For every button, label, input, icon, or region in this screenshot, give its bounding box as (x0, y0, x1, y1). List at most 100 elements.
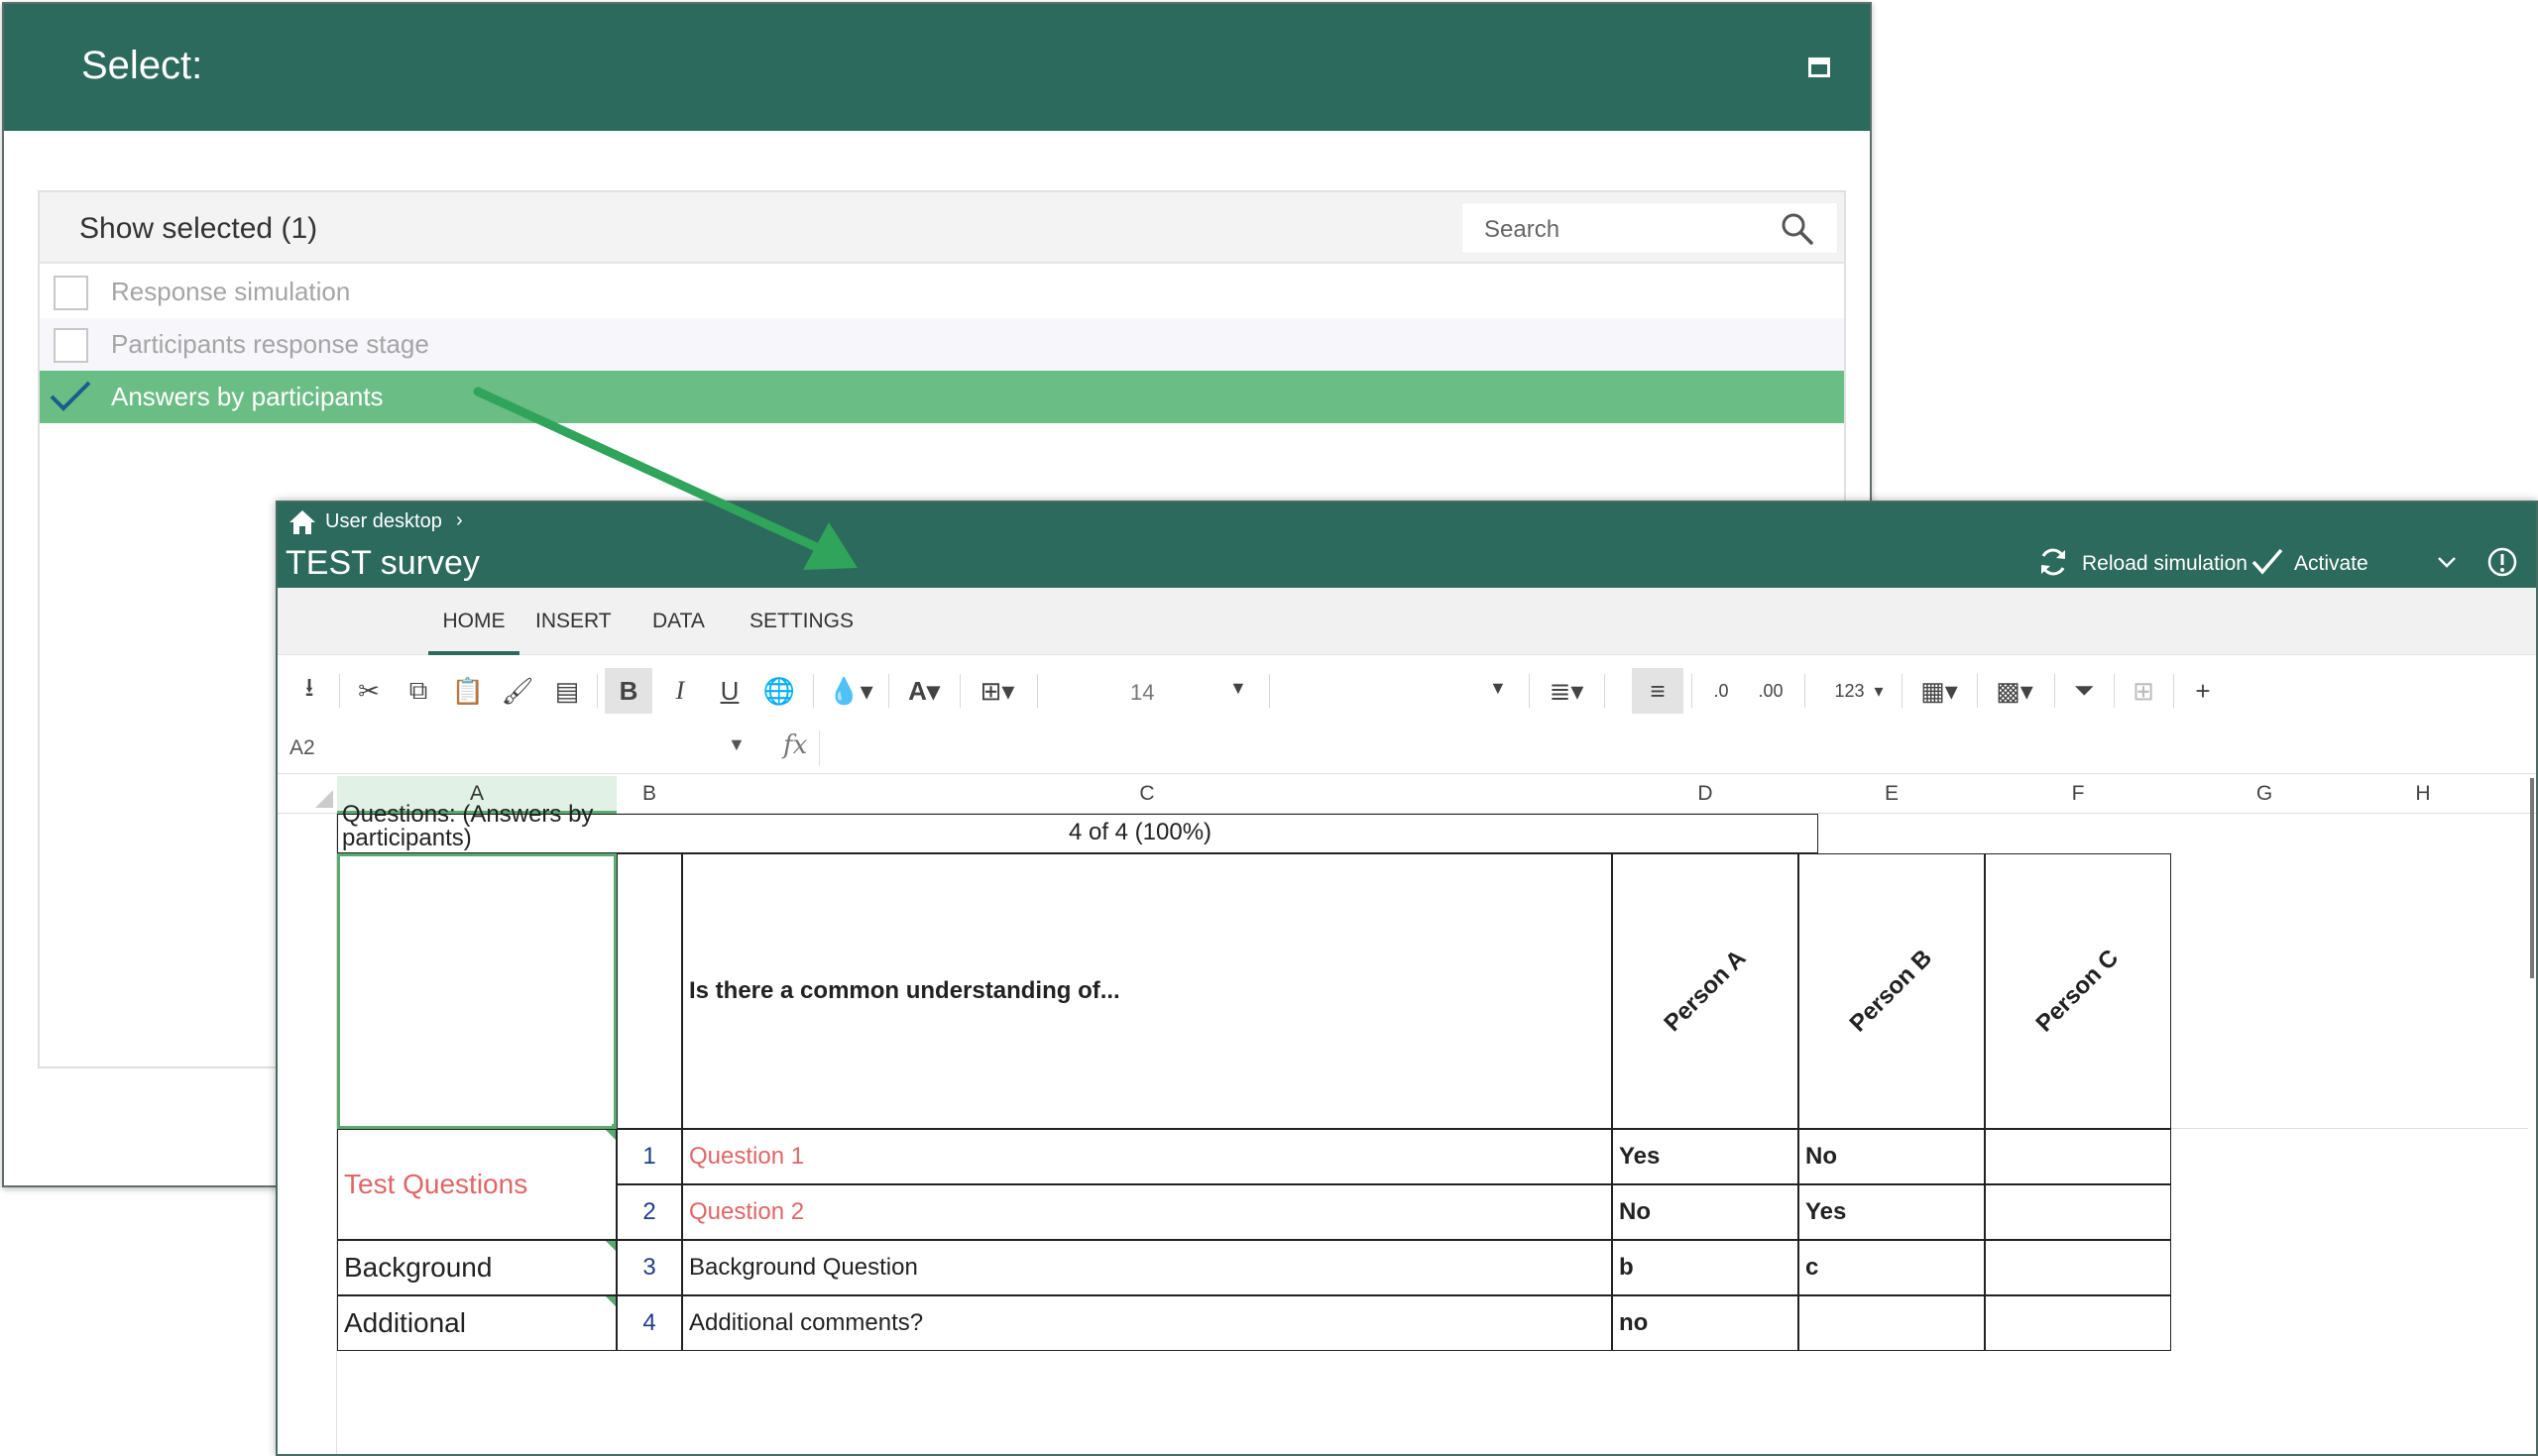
info-icon[interactable] (2486, 546, 2518, 578)
align-icon[interactable]: ≣▾ (1537, 668, 1596, 714)
row-headers (278, 814, 337, 1454)
separator (2114, 674, 2115, 708)
add-icon[interactable]: + (2181, 668, 2225, 714)
list-item-selected[interactable]: Answers by participants (40, 371, 1844, 423)
chevron-down-icon[interactable] (2435, 550, 2459, 574)
tab-home[interactable]: HOME (428, 588, 519, 655)
list-item[interactable]: Response simulation (40, 266, 1844, 318)
answer-cell[interactable]: No (1798, 1129, 1985, 1184)
select-all-corner[interactable] (311, 776, 337, 812)
paste-icon[interactable]: 📋 (446, 668, 490, 714)
italic-icon[interactable]: I (658, 668, 702, 714)
ribbon-tabs: HOME INSERT DATA SETTINGS (278, 588, 2536, 655)
column-header-f[interactable]: F (1985, 782, 2171, 806)
vertical-scrollbar[interactable] (2530, 778, 2534, 978)
answer-cell[interactable]: no (1612, 1295, 1798, 1351)
table-cell[interactable] (617, 853, 682, 1129)
paste-special-icon[interactable]: ▤ (545, 668, 589, 714)
decrease-decimal-icon[interactable]: .0 (1699, 668, 1743, 714)
filter-icon[interactable]: ⏷ (2062, 668, 2106, 714)
fx-icon: fx (783, 730, 808, 760)
tab-settings[interactable]: SETTINGS (750, 610, 854, 633)
tab-data[interactable]: DATA (652, 610, 705, 633)
progress-text: 4 of 4 (100%) (1068, 819, 1212, 845)
link-icon[interactable]: 🌐 (757, 668, 801, 714)
question-cell[interactable]: Question 2 (682, 1184, 1612, 1240)
cut-icon[interactable]: ✂ (347, 668, 391, 714)
activate-button[interactable]: Activate (2294, 552, 2368, 576)
breadcrumb[interactable]: User desktop (325, 510, 442, 533)
tab-insert[interactable]: INSERT (535, 610, 612, 633)
copy-icon[interactable]: ⧉ (397, 668, 440, 714)
search-icon[interactable] (1778, 209, 1817, 249)
list-item[interactable]: Participants response stage (40, 318, 1844, 371)
answer-cell[interactable] (1985, 1184, 2171, 1240)
cell-format-icon[interactable]: ▦▾ (1909, 668, 1969, 714)
answer-cell[interactable]: b (1612, 1240, 1798, 1295)
bold-icon[interactable]: B (605, 668, 652, 714)
question-cell[interactable]: Additional comments? (682, 1295, 1612, 1351)
question-cell[interactable]: Question 1 (682, 1129, 1612, 1184)
number-format-icon[interactable]: 123 ▾ (1824, 668, 1894, 714)
answer-cell[interactable] (1985, 1295, 2171, 1351)
person-header-cell[interactable]: Person A (1612, 853, 1798, 1129)
checkmark-icon[interactable] (48, 377, 93, 416)
list-item-label: Response simulation (111, 277, 351, 306)
download-icon[interactable]: ⭳ (288, 668, 331, 714)
separator (1269, 674, 1270, 708)
column-header-h[interactable]: H (2358, 782, 2488, 806)
comment-marker (606, 1241, 616, 1251)
answer-cell[interactable] (1798, 1295, 1985, 1351)
column-header-d[interactable]: D (1612, 782, 1798, 806)
increase-decimal-icon[interactable]: .00 (1749, 668, 1792, 714)
caret-down-icon[interactable]: ▼ (728, 734, 746, 755)
answer-cell[interactable] (1985, 1129, 2171, 1184)
underline-icon[interactable]: U (708, 668, 751, 714)
checkbox[interactable] (54, 328, 88, 363)
annotation-arrow (473, 387, 858, 570)
font-size-select[interactable]: 14 (1130, 680, 1154, 706)
caret-down-icon[interactable]: ▼ (1489, 678, 1507, 699)
borders-icon[interactable]: ⊞▾ (968, 668, 1027, 714)
home-icon[interactable] (288, 508, 317, 536)
reload-icon[interactable] (2036, 545, 2070, 579)
freeze-icon[interactable]: ⊞ (2122, 668, 2165, 714)
header-row-cell[interactable]: Questions: (Answers by participants) 4 o… (337, 803, 1818, 853)
format-painter-icon[interactable]: 🖌 (496, 668, 539, 714)
person-header-cell[interactable]: Person C (1985, 853, 2171, 1129)
toolbar: ⭳ ✂ ⧉ 📋 🖌 ▤ B I U 🌐 💧▾ A ▾ ⊞▾ 14 ▼ ▼ ≣▾ ≡… (278, 656, 2536, 724)
answer-cell[interactable]: c (1798, 1240, 1985, 1295)
fill-color-icon[interactable]: 💧▾ (823, 668, 878, 714)
question-header-cell[interactable]: Is there a common understanding of... (682, 853, 1612, 1129)
row-number-cell[interactable]: 1 (617, 1129, 682, 1184)
separator (597, 674, 598, 708)
check-icon[interactable] (2250, 546, 2284, 578)
row-number-cell[interactable]: 4 (617, 1295, 682, 1351)
group-cell-additional[interactable]: Additional (337, 1295, 617, 1351)
font-color-icon[interactable]: A ▾ (896, 668, 952, 714)
separator (2054, 674, 2055, 708)
checkbox[interactable] (54, 276, 88, 310)
table-icon[interactable]: ▩▾ (1985, 668, 2044, 714)
caret-down-icon[interactable]: ▼ (1229, 678, 1247, 699)
group-cell-test-questions[interactable]: Test Questions (337, 1129, 617, 1240)
wrap-icon[interactable]: ≡ (1632, 668, 1683, 714)
group-cell-background[interactable]: Background (337, 1240, 617, 1295)
column-header-c[interactable]: C (682, 782, 1612, 806)
selected-cell-a2[interactable] (337, 853, 620, 1132)
answer-cell[interactable]: Yes (1612, 1129, 1798, 1184)
answer-cell[interactable]: Yes (1798, 1184, 1985, 1240)
cell-reference-input[interactable]: A2 (289, 736, 315, 760)
reload-simulation-button[interactable]: Reload simulation (2082, 552, 2248, 576)
row-number-cell[interactable]: 2 (617, 1184, 682, 1240)
maximize-icon[interactable] (1808, 57, 1830, 77)
column-header-e[interactable]: E (1798, 782, 1985, 806)
person-header-cell[interactable]: Person B (1798, 853, 1985, 1129)
column-header-g[interactable]: G (2171, 782, 2358, 806)
row-number-cell[interactable]: 3 (617, 1240, 682, 1295)
search-input[interactable]: Search (1461, 202, 1838, 254)
answer-cell[interactable]: No (1612, 1184, 1798, 1240)
question-cell[interactable]: Background Question (682, 1240, 1612, 1295)
show-selected-toggle[interactable]: Show selected (1) (79, 212, 317, 246)
answer-cell[interactable] (1985, 1240, 2171, 1295)
